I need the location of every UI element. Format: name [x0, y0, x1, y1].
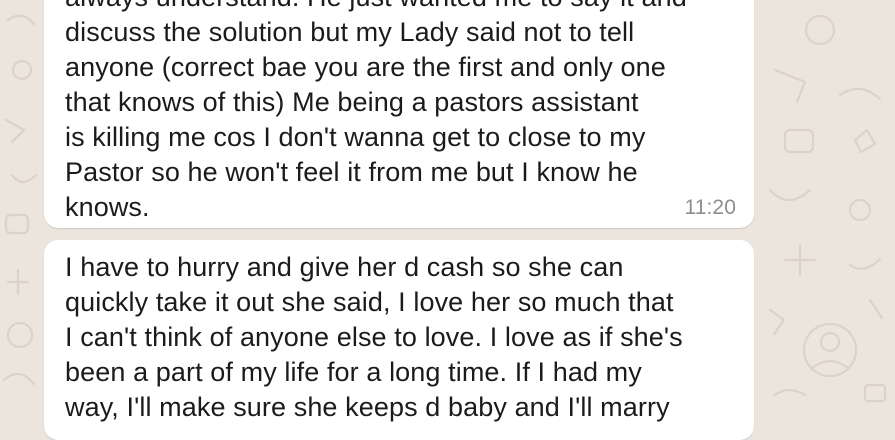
message-text: I have to hurry and give her d cash so s…	[65, 252, 683, 422]
message-timestamp: 11:20	[684, 196, 736, 219]
message-text: always understand. He just wanted me to …	[65, 0, 687, 222]
message-bubble[interactable]: always understand. He just wanted me to …	[44, 0, 754, 228]
message-bubble[interactable]: I have to hurry and give her d cash so s…	[44, 240, 754, 440]
